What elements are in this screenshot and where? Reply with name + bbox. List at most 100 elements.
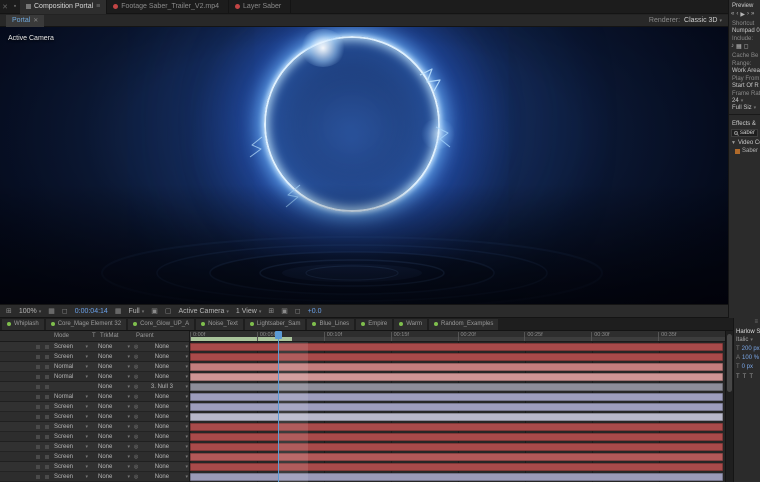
timeline-comp-tab[interactable]: Core_Mage Element 32 xyxy=(45,318,127,330)
layer-duration-bar[interactable] xyxy=(190,453,723,461)
layer-duration-bar[interactable] xyxy=(190,443,723,451)
panel-menu-icon[interactable]: ≡ xyxy=(734,318,760,326)
layer-trkmat-select[interactable]: None xyxy=(98,413,130,421)
timeline-comp-tab[interactable]: Random_Examples xyxy=(428,318,499,330)
layer-switch-icon[interactable] xyxy=(45,425,49,429)
layer-switch-icon[interactable] xyxy=(36,385,40,389)
layer-mode-select[interactable]: Screen xyxy=(54,413,88,421)
layer-trkmat-select[interactable]: None xyxy=(98,423,130,431)
layer-mode-select[interactable]: Normal xyxy=(54,393,88,401)
layer-mode-select[interactable]: Screen xyxy=(54,403,88,411)
layer-trkmat-select[interactable]: None xyxy=(98,363,130,371)
timeline-comp-tab[interactable]: Whiplash xyxy=(2,318,44,330)
last-frame-icon[interactable]: » xyxy=(751,11,754,18)
layer-switch-icon[interactable] xyxy=(36,425,40,429)
layer-trkmat-select[interactable]: None xyxy=(98,373,130,381)
parent-column-header[interactable]: Parent xyxy=(136,333,154,339)
layer-mode-select[interactable]: Normal xyxy=(54,363,88,371)
layer-switch-icon[interactable] xyxy=(36,415,40,419)
layer-switch-icon[interactable] xyxy=(36,345,40,349)
layer-switch-icon[interactable] xyxy=(36,475,40,479)
layer-switch-icon[interactable] xyxy=(45,375,49,379)
timeline-scrollbar[interactable] xyxy=(725,331,733,482)
layer-mode-select[interactable]: Screen xyxy=(54,473,88,481)
tree-open-icon[interactable]: ▼ xyxy=(731,140,736,146)
layer-switch-icon[interactable] xyxy=(45,355,49,359)
layer-parent-select[interactable]: None xyxy=(134,423,188,431)
camera-select[interactable]: Active Camera xyxy=(179,308,229,315)
layer-switch-icon[interactable] xyxy=(36,355,40,359)
layer-switch-icon[interactable] xyxy=(36,395,40,399)
include-channels-icon[interactable]: ◻ xyxy=(744,43,749,50)
layer-parent-select[interactable]: None xyxy=(134,473,188,481)
layer-switch-icon[interactable] xyxy=(45,385,49,389)
playhead-handle[interactable] xyxy=(274,331,282,339)
close-icon[interactable]: ✕ xyxy=(33,17,38,24)
timeline-scrollbar-thumb[interactable] xyxy=(727,334,732,392)
time-ruler[interactable]: 0:00f 00:05f 00:10f 00:15f 00:20f 00:25f 00:30… xyxy=(190,331,725,342)
effects-group-video-copilot[interactable]: ▼ Video Co xyxy=(729,138,760,146)
layer-switch-icon[interactable] xyxy=(45,445,49,449)
mode-column-header[interactable]: Mode xyxy=(54,333,69,339)
layer-parent-select[interactable]: None xyxy=(134,393,188,401)
layer-mode-select[interactable]: Screen xyxy=(54,453,88,461)
layer-mode-select[interactable]: Screen xyxy=(54,433,88,441)
layer-parent-select[interactable]: None xyxy=(134,463,188,471)
next-frame-icon[interactable]: › xyxy=(747,11,749,18)
layer-trkmat-select[interactable]: None xyxy=(98,403,130,411)
layer-mode-select[interactable]: Normal xyxy=(54,373,88,381)
layer-parent-select[interactable]: None xyxy=(134,363,188,371)
layer-parent-select[interactable]: None xyxy=(134,413,188,421)
layer-parent-select[interactable]: None xyxy=(134,373,188,381)
first-frame-icon[interactable]: « xyxy=(731,11,734,18)
timeline-comp-tab[interactable]: Noise_Text xyxy=(196,318,243,330)
panel-menu-icon[interactable]: ≡ xyxy=(96,3,100,10)
timeline-graph-pane[interactable]: 0:00f 00:05f 00:10f 00:15f 00:20f 00:25f 00:30… xyxy=(190,331,725,482)
layer-duration-bar[interactable] xyxy=(190,383,723,391)
layer-parent-select[interactable]: None xyxy=(134,403,188,411)
playhead-line[interactable] xyxy=(277,331,279,482)
current-time-display[interactable]: 0:00:04:14 xyxy=(75,308,108,315)
layer-duration-bar[interactable] xyxy=(190,413,723,421)
shortcut-select[interactable]: Numpad 0 xyxy=(729,27,760,34)
layer-duration-bar[interactable] xyxy=(190,393,723,401)
frame-rate-select[interactable]: 24 xyxy=(729,97,760,104)
preview-size-select[interactable]: Full Siz xyxy=(729,104,760,111)
effects-search-box[interactable]: saber xyxy=(731,129,758,137)
layer-duration-bar[interactable] xyxy=(190,423,723,431)
layer-parent-select[interactable]: None xyxy=(134,453,188,461)
layer-trkmat-select[interactable]: None xyxy=(98,383,130,391)
layer-duration-bar[interactable] xyxy=(190,463,723,471)
layer-switch-icon[interactable] xyxy=(36,405,40,409)
layer-mode-select[interactable]: Screen xyxy=(54,343,88,351)
layer-parent-select[interactable]: None xyxy=(134,353,188,361)
range-select[interactable]: Work Area xyxy=(729,67,760,74)
font-family-select[interactable]: Harlow So xyxy=(734,326,760,335)
layer-parent-select[interactable]: None xyxy=(134,443,188,451)
timeline-comp-tab[interactable]: Core_Glow_UP_A xyxy=(128,318,195,330)
layer-trkmat-select[interactable]: None xyxy=(98,443,130,451)
leading-value[interactable]: 100 % xyxy=(742,355,759,361)
fast-preview-icon[interactable]: ◻ xyxy=(295,307,301,315)
timeline-comp-tab[interactable]: Blue_Lines xyxy=(307,318,355,330)
view-layout-select[interactable]: 1 View xyxy=(236,308,261,315)
include-audio-icon[interactable]: ♪ xyxy=(731,43,734,50)
layer-trkmat-select[interactable]: None xyxy=(98,393,130,401)
panel-tab[interactable]: Footage Saber_Trailer_V2.mp4 xyxy=(107,0,230,14)
font-size-value[interactable]: 200 px xyxy=(742,346,760,352)
layer-parent-select[interactable]: None xyxy=(134,433,188,441)
layer-switch-icon[interactable] xyxy=(45,395,49,399)
layer-duration-bar[interactable] xyxy=(190,433,723,441)
layer-duration-bar[interactable] xyxy=(190,363,723,371)
panel-close-icon[interactable]: ✕ xyxy=(0,3,10,11)
layer-duration-bar[interactable] xyxy=(190,473,723,481)
layer-duration-bar[interactable] xyxy=(190,343,723,351)
effects-item-saber[interactable]: Saber xyxy=(729,146,760,154)
layer-switch-icon[interactable] xyxy=(36,375,40,379)
ruler-grid-icon[interactable]: ▦ xyxy=(48,307,55,315)
pixel-aspect-icon[interactable]: ⊞ xyxy=(268,307,274,315)
layer-parent-select[interactable]: 3. Null 3 xyxy=(134,383,188,391)
layer-mode-select[interactable]: Screen xyxy=(54,443,88,451)
panel-tab[interactable]: Composition Portal ≡ xyxy=(20,0,108,14)
trkmat-column-header[interactable]: TrkMat xyxy=(100,333,118,339)
